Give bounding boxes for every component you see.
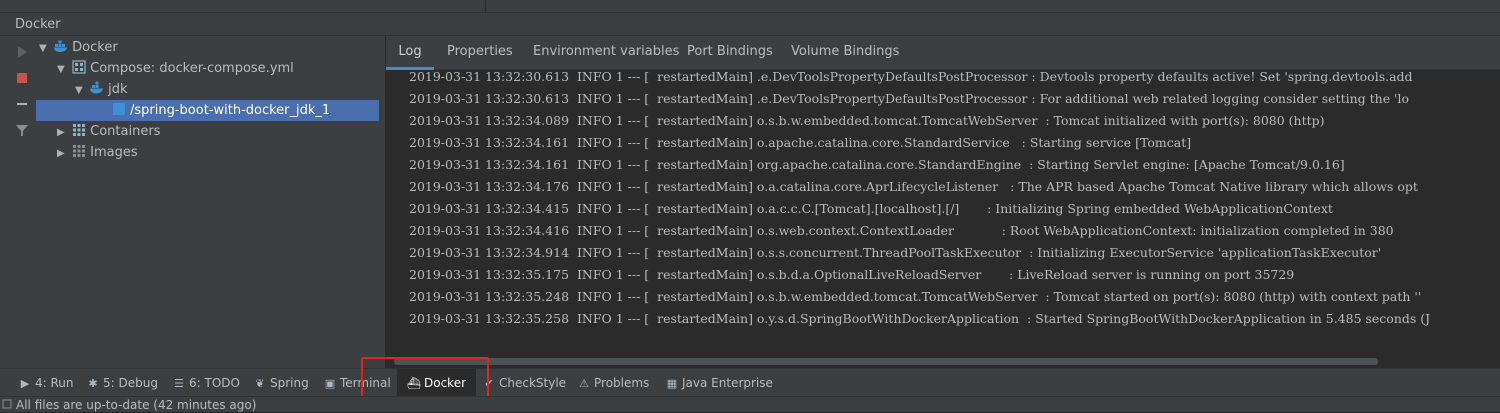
log-line: 2019-03-31 13:32:34.416 INFO 1 --- [ res… — [409, 223, 1394, 238]
collapse-arrow-icon[interactable]: ▶ — [57, 143, 67, 164]
status-text: All files are up-to-date (42 minutes ago… — [16, 398, 257, 412]
debug-icon: ✱ — [88, 377, 98, 390]
docker-service-icon — [90, 81, 104, 94]
status-indicator-icon[interactable] — [2, 399, 12, 409]
top-strip — [0, 0, 1500, 12]
tree-label-images: Images — [90, 145, 138, 160]
docker-services-tree: ▼ Docker ▼ Compose: docker-compose.yml ▼… — [35, 36, 386, 368]
tool-spring[interactable]: ❦ Spring — [253, 369, 309, 397]
log-panel: Log Properties Environment variables Por… — [386, 36, 1500, 368]
compose-icon — [72, 60, 86, 74]
log-line: 2019-03-31 13:32:34.161 INFO 1 --- [ res… — [409, 135, 1192, 150]
stop-icon[interactable] — [14, 70, 30, 86]
tool-problems[interactable]: ⚠ Problems — [577, 369, 649, 397]
tool-spring-label: Spring — [270, 376, 309, 390]
tool-todo-label: 6: TODO — [189, 376, 240, 390]
scrollbar-thumb[interactable] — [394, 358, 1378, 365]
log-line: 2019-03-31 13:32:30.613 INFO 1 --- [ res… — [409, 70, 1413, 84]
panel-title: Docker — [15, 17, 61, 32]
tool-java-enterprise-label: Java Enterprise — [682, 376, 773, 390]
tool-debug-label: 5: Debug — [103, 376, 158, 390]
log-line: 2019-03-31 13:32:34.176 INFO 1 --- [ res… — [409, 179, 1418, 194]
tool-debug[interactable]: ✱ 5: Debug — [86, 369, 158, 397]
images-icon — [73, 145, 86, 157]
top-divider — [485, 0, 486, 12]
log-line: 2019-03-31 13:32:34.914 INFO 1 --- [ res… — [409, 245, 1382, 260]
detail-tabs: Log Properties Environment variables Por… — [386, 36, 1500, 70]
warning-icon: ⚠ — [579, 377, 589, 390]
log-line: 2019-03-31 13:32:34.089 INFO 1 --- [ res… — [409, 113, 1325, 128]
log-line: 2019-03-31 13:32:34.161 INFO 1 --- [ res… — [409, 157, 1345, 172]
tool-window-bar: ▶ 4: Run ✱ 5: Debug ☰ 6: TODO ❦ Spring ▣ Term… — [0, 368, 1500, 397]
expand-arrow-icon[interactable]: ▼ — [39, 38, 49, 59]
tree-node-container[interactable]: /spring-boot-with-docker_jdk_1 — [36, 100, 379, 121]
filter-icon[interactable] — [14, 122, 30, 138]
log-line: 2019-03-31 13:32:35.248 INFO 1 --- [ res… — [409, 289, 1422, 304]
tree-label-jdk: jdk — [108, 82, 128, 97]
tab-log[interactable]: Log — [386, 36, 434, 70]
containers-icon — [73, 124, 86, 136]
horizontal-scrollbar[interactable] — [394, 357, 1500, 366]
log-line: 2019-03-31 13:32:35.258 INFO 1 --- [ res… — [409, 311, 1431, 326]
docker-panel-header: Docker — [0, 12, 1500, 36]
tool-java-enterprise[interactable]: ▦ Java Enterprise — [665, 369, 773, 397]
expand-arrow-icon[interactable]: ▼ — [57, 59, 67, 80]
collapse-icon[interactable] — [14, 96, 30, 112]
tree-node-jdk[interactable]: ▼ jdk — [75, 79, 128, 100]
tab-environment-variables[interactable]: Environment variables — [533, 36, 679, 70]
spring-icon: ❦ — [255, 377, 265, 390]
collapse-arrow-icon[interactable]: ▶ — [57, 122, 67, 143]
tree-label-compose: Compose: docker-compose.yml — [90, 61, 294, 76]
tree-label-docker: Docker — [72, 40, 118, 55]
tab-volume-bindings[interactable]: Volume Bindings — [791, 36, 899, 70]
log-line: 2019-03-31 13:32:30.613 INFO 1 --- [ res… — [409, 91, 1410, 106]
log-output[interactable]: 2019-03-31 13:32:30.613 INFO 1 --- [ res… — [394, 70, 1500, 355]
run-icon: ▶ — [20, 377, 30, 390]
expand-arrow-icon[interactable]: ▼ — [75, 80, 85, 101]
tree-node-compose[interactable]: ▼ Compose: docker-compose.yml — [57, 58, 294, 79]
tool-run-label: 4: Run — [35, 376, 74, 390]
container-icon — [113, 103, 125, 115]
tool-checkstyle-label: CheckStyle — [499, 376, 567, 390]
log-line: 2019-03-31 13:32:35.175 INFO 1 --- [ res… — [409, 267, 1295, 282]
terminal-icon: ▣ — [324, 377, 336, 390]
tree-node-images[interactable]: ▶ Images — [57, 142, 138, 163]
tool-todo[interactable]: ☰ 6: TODO — [172, 369, 240, 397]
tab-port-bindings[interactable]: Port Bindings — [687, 36, 773, 70]
todo-icon: ☰ — [174, 377, 184, 390]
java-enterprise-icon: ▦ — [666, 377, 678, 390]
tree-node-containers[interactable]: ▶ Containers — [57, 121, 160, 142]
log-line: 2019-03-31 13:32:34.415 INFO 1 --- [ res… — [409, 201, 1333, 216]
tree-node-docker[interactable]: ▼ Docker — [39, 37, 118, 58]
status-bar: All files are up-to-date (42 minutes ago… — [0, 396, 1500, 412]
docker-vertical-toolbar — [8, 36, 35, 368]
tool-checkstyle[interactable]: ✔ CheckStyle — [482, 369, 566, 397]
tool-run[interactable]: ▶ 4: Run — [18, 369, 74, 397]
tree-label-container: /spring-boot-with-docker_jdk_1 — [130, 103, 331, 118]
deploy-icon[interactable] — [14, 44, 30, 60]
docker-icon — [54, 40, 68, 52]
tree-label-containers: Containers — [90, 124, 161, 139]
tab-properties[interactable]: Properties — [447, 36, 513, 70]
tool-problems-label: Problems — [594, 376, 650, 390]
